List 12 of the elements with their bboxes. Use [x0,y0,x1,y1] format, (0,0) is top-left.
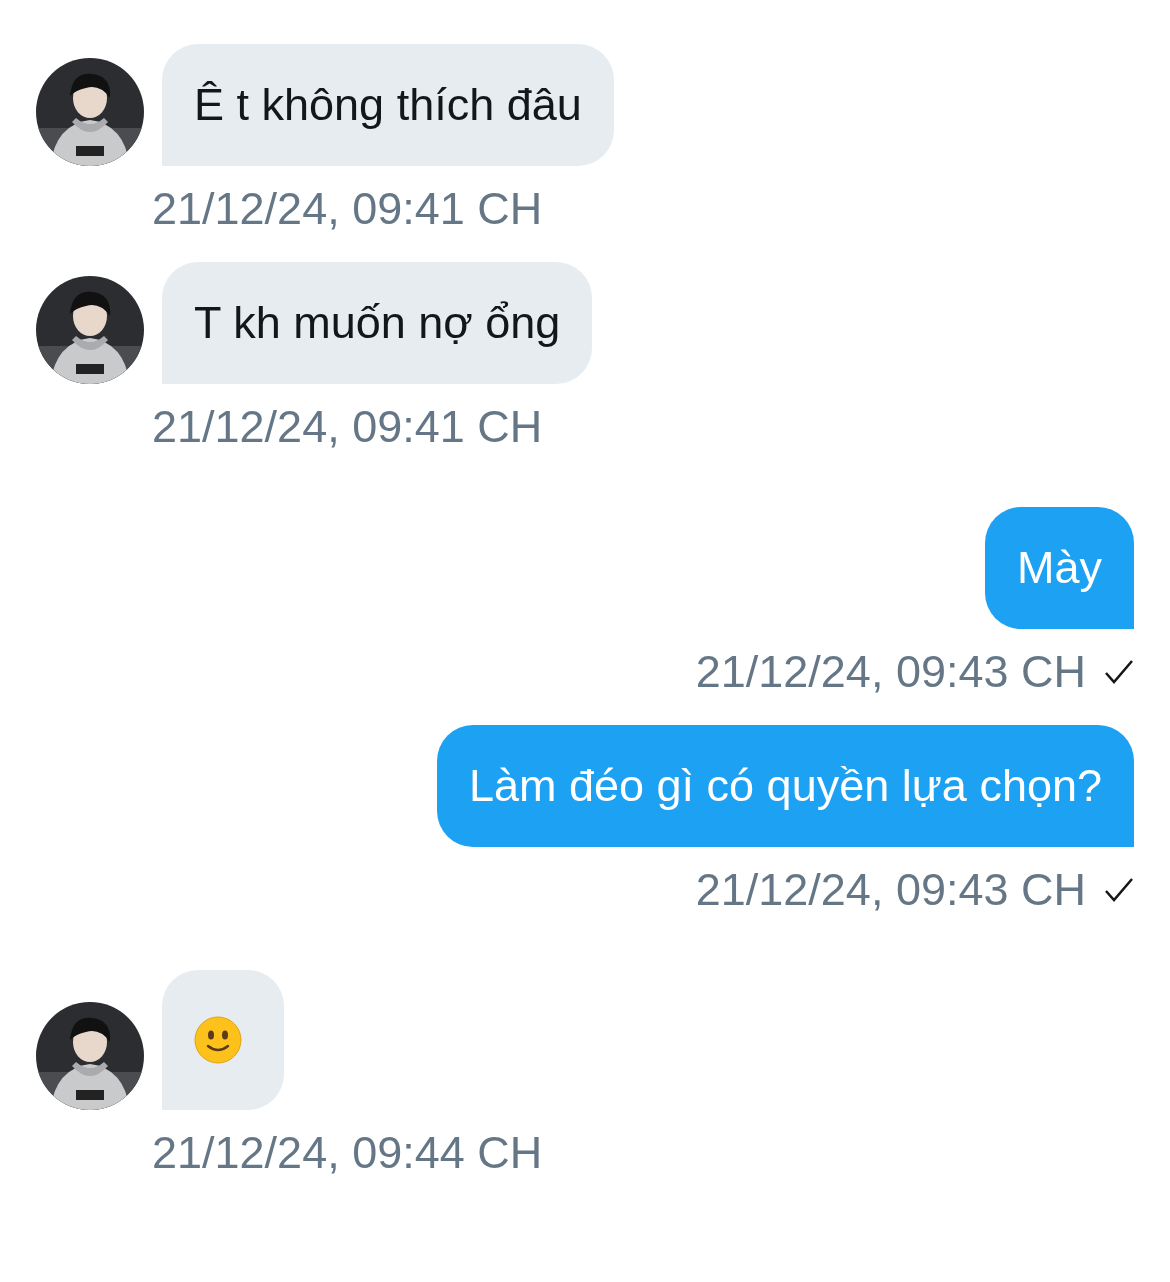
message-bubble: Ê t không thích đâu [162,44,614,166]
message-bubble: Mày [985,507,1134,629]
timestamp: 21/12/24, 09:43 CH [695,863,1086,917]
message-bubble: Làm đéo gì có quyền lựa chọn? [436,725,1134,847]
message-bubble: T kh muốn nợ ổng [162,262,593,384]
smiley-icon [194,1016,242,1064]
check-icon [1104,877,1134,903]
timestamp: 21/12/24, 09:41 CH [152,400,543,454]
timestamp: 21/12/24, 09:43 CH [695,645,1086,699]
timestamp: 21/12/24, 09:44 CH [152,1126,543,1180]
check-icon [1104,659,1134,685]
timestamp: 21/12/24, 09:41 CH [152,182,543,236]
